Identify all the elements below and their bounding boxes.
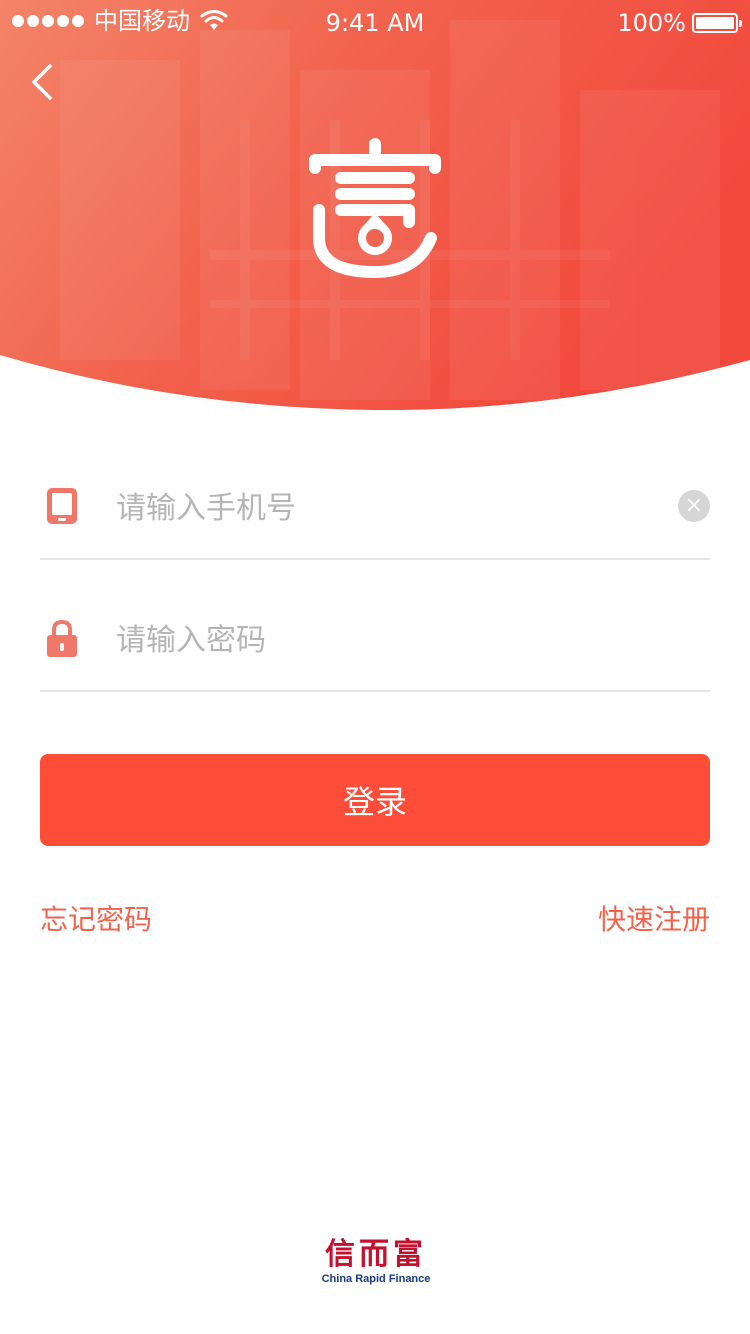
footer-brand-logo: 信而富 China Rapid Finance xyxy=(305,1238,447,1288)
battery-icon xyxy=(692,13,742,33)
brand-logo-icon xyxy=(309,138,441,278)
brand-name-english: China Rapid Finance xyxy=(321,1273,431,1285)
password-field xyxy=(40,602,710,692)
forgot-password-link[interactable]: 忘记密码 xyxy=(40,900,152,940)
password-input[interactable] xyxy=(116,616,636,664)
quick-register-link[interactable]: 快速注册 xyxy=(598,900,710,940)
status-bar: 中国移动 9:41 AM 100% xyxy=(0,0,750,42)
phone-field: × xyxy=(40,470,710,560)
phone-input[interactable] xyxy=(116,484,636,532)
chevron-left-icon[interactable] xyxy=(22,60,66,104)
phone-icon xyxy=(47,488,77,524)
clear-icon[interactable]: × xyxy=(678,490,710,522)
login-button[interactable]: 登录 xyxy=(40,754,710,846)
header-banner: 中国移动 9:41 AM 100% xyxy=(0,0,750,410)
brand-name-chinese: 信而富 xyxy=(325,1237,427,1272)
battery-percentage: 100% xyxy=(617,9,686,37)
lock-icon xyxy=(47,619,77,657)
